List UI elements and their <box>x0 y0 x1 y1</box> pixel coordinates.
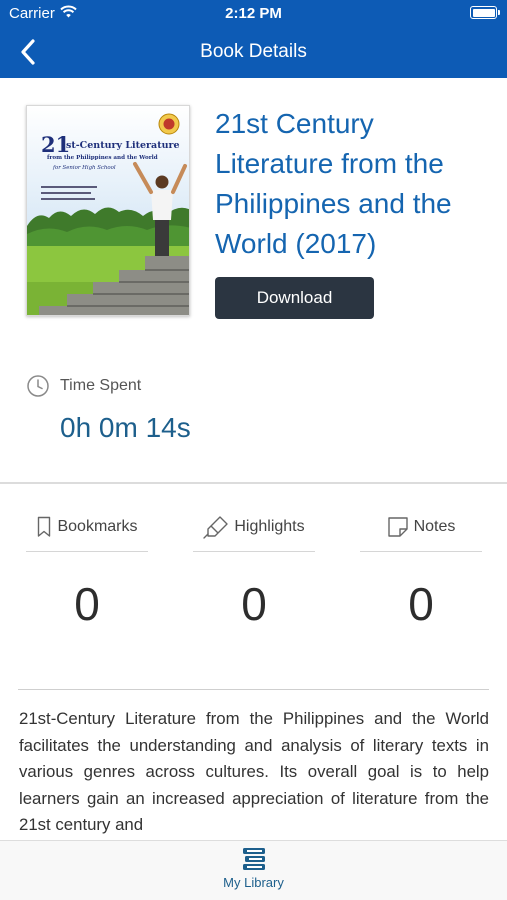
books-icon <box>242 848 265 870</box>
status-time: 2:12 PM <box>225 5 282 22</box>
notes-label: Notes <box>413 518 456 535</box>
clock-icon <box>27 375 49 397</box>
app-header: Carrier 2:12 PM Book Details <box>0 0 507 78</box>
stat-underline <box>193 551 315 552</box>
bookmarks-label: Bookmarks <box>57 518 138 535</box>
time-spent-label: Time Spent <box>60 377 142 394</box>
highlights-stat[interactable]: Highlights 0 <box>193 512 315 632</box>
bookmarks-stat[interactable]: Bookmarks 0 <box>26 512 148 632</box>
book-cover: 21 st-Century Literature from the Philip… <box>26 105 190 316</box>
stat-underline <box>360 551 482 552</box>
bookmarks-count: 0 <box>74 578 100 630</box>
tab-bar: My Library <box>0 840 507 900</box>
stat-underline <box>26 551 148 552</box>
description-divider <box>18 689 489 690</box>
nav-bar: Book Details <box>0 26 507 78</box>
notes-stat[interactable]: Notes 0 <box>360 512 482 632</box>
book-details: 21 st-Century Literature from the Philip… <box>0 78 507 482</box>
time-spent-value: 0h 0m 14s <box>60 412 191 443</box>
page-title: Book Details <box>200 41 307 62</box>
highlights-label: Highlights <box>234 518 305 535</box>
tab-my-library[interactable]: My Library <box>203 847 304 899</box>
highlighter-icon <box>203 516 229 539</box>
highlights-count: 0 <box>241 578 267 630</box>
download-button[interactable]: Download <box>215 277 374 319</box>
tab-my-library-label: My Library <box>223 875 284 890</box>
book-description: 21st-Century Literature from the Philipp… <box>19 709 489 834</box>
time-spent-label-row: Time Spent <box>26 374 141 398</box>
svg-text:for Senior High School: for Senior High School <box>52 165 116 171</box>
section-divider <box>0 482 507 484</box>
battery-icon <box>470 6 500 19</box>
notes-count: 0 <box>408 578 434 630</box>
svg-text:st-Century Literature: st-Century Literature <box>66 140 180 151</box>
book-title: 21st Century Literature from the Philipp… <box>215 108 452 259</box>
status-bar: Carrier 2:12 PM <box>0 0 507 26</box>
svg-text:from the Philippines and the W: from the Philippines and the World <box>47 155 158 161</box>
note-icon <box>387 517 408 537</box>
bookmark-icon <box>38 516 51 537</box>
